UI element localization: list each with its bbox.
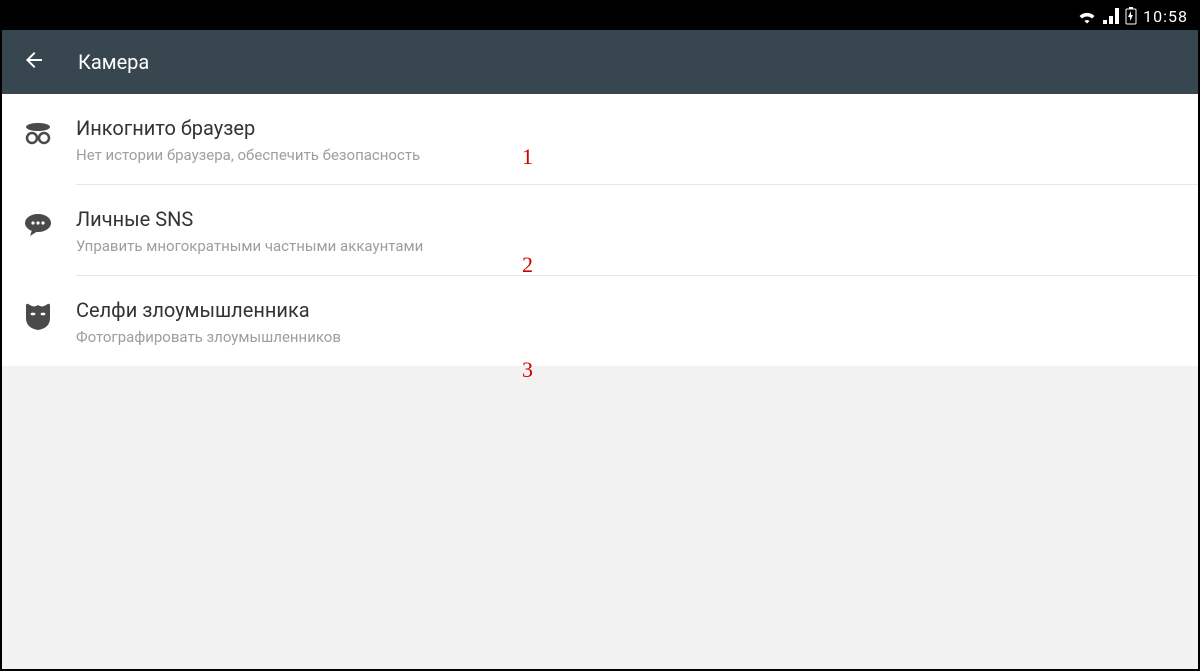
- list-item-title: Инкогнито браузер: [76, 116, 1178, 140]
- chat-bubble-icon: [22, 209, 58, 245]
- page-title: Камера: [78, 50, 149, 74]
- list-item-subtitle: Фотографировать злоумышленников: [76, 328, 1178, 346]
- wifi-icon: [1077, 8, 1097, 24]
- back-button[interactable]: [22, 48, 46, 76]
- status-time: 10:58: [1143, 7, 1188, 26]
- list-item-private-sns[interactable]: Личные SNS Управить многократными частны…: [2, 185, 1198, 275]
- app-bar: Камера: [2, 30, 1198, 94]
- battery-charging-icon: [1125, 7, 1137, 25]
- annotation-2: 2: [522, 252, 533, 278]
- list-item-title: Селфи злоумышленника: [76, 298, 1178, 322]
- status-bar: 10:58: [2, 2, 1198, 30]
- list-item-subtitle: Управить многократными частными аккаунта…: [76, 237, 1178, 255]
- list-item-title: Личные SNS: [76, 207, 1178, 231]
- settings-list: Инкогнито браузер Нет истории браузера, …: [2, 94, 1198, 366]
- list-item-intruder-selfie[interactable]: Селфи злоумышленника Фотографировать зло…: [2, 276, 1198, 366]
- incognito-icon: [22, 118, 58, 154]
- mask-icon: [22, 300, 58, 336]
- list-item-subtitle: Нет истории браузера, обеспечить безопас…: [76, 146, 1178, 164]
- list-item-incognito-browser[interactable]: Инкогнито браузер Нет истории браузера, …: [2, 94, 1198, 184]
- annotation-3: 3: [522, 357, 533, 383]
- signal-icon: [1103, 8, 1119, 24]
- app-frame: 10:58 Камера Инкогнито браузер Нет истор…: [0, 0, 1200, 671]
- annotation-1: 1: [522, 144, 533, 170]
